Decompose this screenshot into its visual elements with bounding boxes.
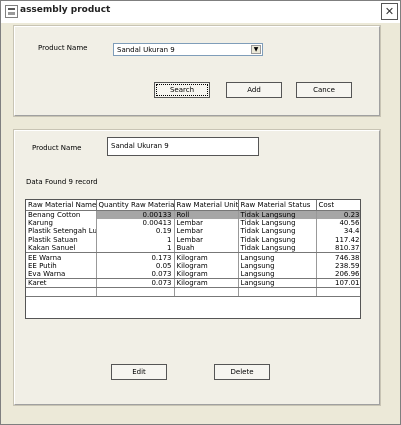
table-cell: Karung xyxy=(26,218,97,228)
table-cell: Plastik Satuan xyxy=(26,235,97,245)
table-cell: Buah xyxy=(174,244,239,254)
raw-material-grid[interactable]: Raw Material Name Quantity Raw Material … xyxy=(25,199,361,319)
table-cell: Kilogram xyxy=(174,261,239,271)
edit-button[interactable]: Edit xyxy=(111,364,167,380)
table-cell: 206.96 xyxy=(316,270,360,280)
product-name-field[interactable]: Sandal Ukuran 9 xyxy=(107,137,259,156)
table-cell-empty xyxy=(26,287,97,297)
table-row[interactable]: Benang Cotton 0.00133 Roll Tidak Langsun… xyxy=(26,210,360,219)
table-cell: Kakan Sanuel xyxy=(26,244,97,254)
table-cell: Langsung xyxy=(238,270,317,280)
table-cell: 0.19 xyxy=(96,227,175,236)
assembly-product-window: assembly product ✕ Product Name Sandal U… xyxy=(0,0,401,425)
title-bar[interactable]: assembly product ✕ xyxy=(1,1,400,23)
table-cell: 0.073 xyxy=(96,270,175,280)
delete-button[interactable]: Delete xyxy=(214,364,270,380)
table-cell: EE Putih xyxy=(26,261,97,271)
raw-material-table: Raw Material Name Quantity Raw Material … xyxy=(26,200,360,297)
column-header[interactable]: Cost xyxy=(316,200,360,211)
table-cell: 746.38 xyxy=(316,252,360,262)
table-row[interactable]: Plastik Setengah Lu 0.19 Lembar Tidak La… xyxy=(26,227,360,236)
table-cell: EE Warna xyxy=(26,252,97,262)
table-cell: Lembar xyxy=(174,227,239,236)
close-icon: ✕ xyxy=(384,5,395,18)
table-cell: Plastik Setengah Lu xyxy=(26,227,97,236)
table-cell-empty xyxy=(238,287,317,297)
table-cell: 107.01 xyxy=(316,278,360,289)
table-cell: Lembar xyxy=(174,218,239,228)
table-row[interactable]: Kakan Sanuel 1 Buah Tidak Langsung 810.3… xyxy=(26,244,360,254)
table-cell: 0.073 xyxy=(96,278,175,289)
close-button[interactable]: ✕ xyxy=(381,3,398,20)
table-cell: Kilogram xyxy=(174,252,239,262)
table-cell: 1 xyxy=(96,244,175,254)
table-cell: 34.4 xyxy=(316,227,360,236)
product-name-dropdown[interactable]: Sandal Ukuran 9 ▼ xyxy=(113,43,263,56)
table-row[interactable]: EE Putih 0.05 Kilogram Langsung 238.59 xyxy=(26,261,360,271)
table-row[interactable]: Karung 0.00413 Lembar Tidak Langsung 40.… xyxy=(26,218,360,228)
table-cell: 117.42 xyxy=(316,235,360,245)
table-row[interactable]: Plastik Satuan 1 Lembar Tidak Langsung 1… xyxy=(26,235,360,245)
column-header[interactable]: Quantity Raw Material xyxy=(96,200,175,211)
table-cell: Langsung xyxy=(238,278,317,289)
table-cell: 238.59 xyxy=(316,261,360,271)
detail-product-name-label: Product Name xyxy=(32,144,82,152)
table-cell: 40.56 xyxy=(316,218,360,228)
column-header[interactable]: Raw Material Status xyxy=(238,200,317,211)
table-header-row: Raw Material Name Quantity Raw Material … xyxy=(26,200,360,211)
product-name-field-value: Sandal Ukuran 9 xyxy=(111,142,169,150)
table-cell: Lembar xyxy=(174,235,239,245)
search-panel xyxy=(14,26,380,116)
product-name-selected: Sandal Ukuran 9 xyxy=(117,46,175,54)
chevron-down-icon[interactable]: ▼ xyxy=(251,45,261,54)
table-cell: Tidak Langsung xyxy=(238,227,317,236)
table-cell: 0.00133 xyxy=(96,210,175,219)
table-cell: 0.00413 xyxy=(96,218,175,228)
table-cell: Karet xyxy=(26,278,97,289)
table-cell: Tidak Langsung xyxy=(238,218,317,228)
column-header[interactable]: Raw Material Unit xyxy=(174,200,239,211)
table-cell: Tidak Langsung xyxy=(238,244,317,254)
table-row-empty[interactable] xyxy=(26,287,360,297)
table-row[interactable]: Eva Warna 0.073 Kilogram Langsung 206.96 xyxy=(26,270,360,280)
column-header[interactable]: Raw Material Name xyxy=(26,200,97,211)
table-cell: 0.173 xyxy=(96,252,175,262)
table-cell-empty xyxy=(96,287,175,297)
table-cell: Langsung xyxy=(238,261,317,271)
table-row[interactable]: EE Warna 0.173 Kilogram Langsung 746.38 xyxy=(26,252,360,262)
table-cell: Tidak Langsung xyxy=(238,235,317,245)
table-cell: 1 xyxy=(96,235,175,245)
search-button[interactable]: Search xyxy=(154,82,210,98)
table-cell: Kilogram xyxy=(174,278,239,289)
cancel-button[interactable]: Cance xyxy=(296,82,352,98)
app-icon xyxy=(5,5,18,18)
table-cell: Eva Warna xyxy=(26,270,97,280)
table-cell: Roll xyxy=(174,210,239,219)
table-cell-empty xyxy=(316,287,360,297)
table-cell: 0.23 xyxy=(316,210,360,219)
table-cell: Langsung xyxy=(238,252,317,262)
table-cell: Tidak Langsung xyxy=(238,210,317,219)
table-cell: 810.37 xyxy=(316,244,360,254)
product-name-label: Product Name xyxy=(38,44,88,52)
table-cell: 0.05 xyxy=(96,261,175,271)
add-button[interactable]: Add xyxy=(226,82,282,98)
table-cell: Kilogram xyxy=(174,270,239,280)
data-found-text: Data Found 9 record xyxy=(26,178,98,186)
window-title: assembly product xyxy=(20,5,111,15)
table-cell-empty xyxy=(174,287,239,297)
table-cell: Benang Cotton xyxy=(26,210,97,219)
table-row[interactable]: Karet 0.073 Kilogram Langsung 107.01 xyxy=(26,278,360,289)
